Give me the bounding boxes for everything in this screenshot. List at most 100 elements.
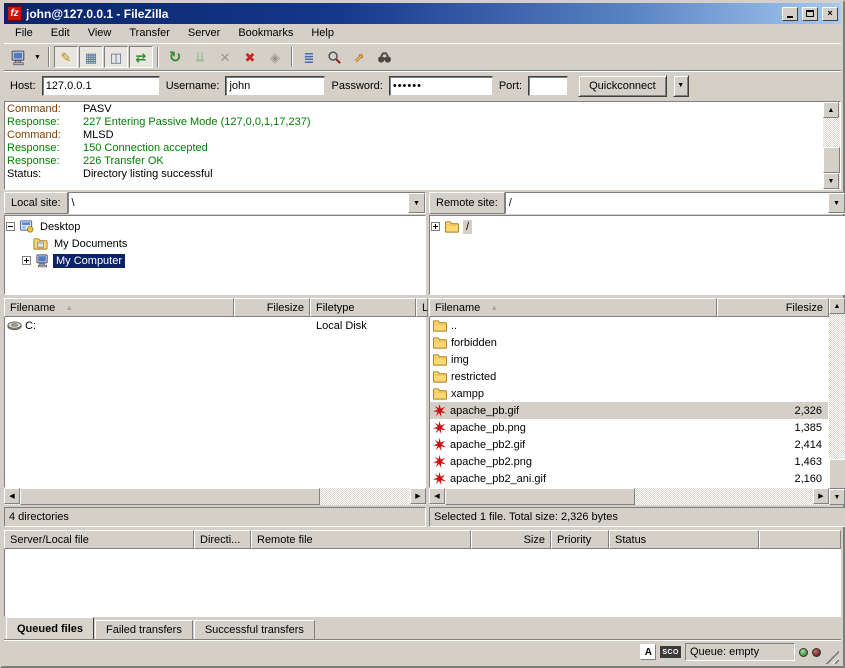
menu-transfer[interactable]: Transfer [120,25,179,41]
minimize-button[interactable] [782,7,798,21]
scrollbar-thumb[interactable] [445,488,635,505]
cancel-operation-icon[interactable]: ✕ [213,46,237,68]
local-column-filename[interactable]: Filename▲ [4,298,234,317]
reconnect-icon[interactable]: ◈ [263,46,287,68]
menu-bookmarks[interactable]: Bookmarks [229,25,302,41]
queue-status-text: Queue: empty [685,643,795,661]
remote-list-rows[interactable]: .. forbidden img restricted xampp apache… [429,317,829,488]
scroll-up-icon[interactable]: ▲ [829,298,845,314]
file-row[interactable]: .. [430,317,828,334]
toggle-remote-tree-icon[interactable]: ◫ [104,46,128,68]
scroll-left-icon[interactable]: ◀ [429,488,445,504]
scroll-left-icon[interactable]: ◀ [4,488,20,504]
remote-column-filesize[interactable]: Filesize [717,298,829,317]
site-manager-dropdown-icon[interactable]: ▼ [31,46,44,68]
scrollbar-thumb[interactable] [829,459,845,489]
tab-failed-transfers[interactable]: Failed transfers [95,620,193,639]
ascii-data-type-icon[interactable]: A [640,644,656,660]
synchronized-browsing-icon[interactable]: ⇗ [347,46,371,68]
menu-file[interactable]: File [6,25,42,41]
tree-item-my-documents[interactable]: My Documents [6,235,424,252]
queue-tabs: Queued files Failed transfers Successful… [4,617,841,639]
queue-column-size[interactable]: Size [471,530,551,549]
file-row[interactable]: img [430,351,828,368]
close-button[interactable]: × [822,7,838,21]
queue-column-direction[interactable]: Directi... [194,530,251,549]
scroll-right-icon[interactable]: ▶ [410,488,426,504]
tree-item-my-computer[interactable]: My Computer [6,252,424,269]
log-line: Command:PASV [7,103,821,116]
username-input[interactable] [225,76,325,96]
toggle-transfer-queue-icon[interactable]: ⇄ [129,46,153,68]
file-row-c-drive[interactable]: C: Local Disk [5,317,425,334]
remote-vertical-scrollbar[interactable]: ▲ ▼ [829,298,845,505]
directory-comparison-icon[interactable]: ≣ [297,46,321,68]
remote-horizontal-scrollbar[interactable]: ◀ ▶ [429,488,829,505]
file-row[interactable]: apache_pb2.png1,463 [430,453,828,470]
collapse-icon[interactable] [6,222,15,231]
queue-column-server-local-file[interactable]: Server/Local file [4,530,194,549]
menu-help[interactable]: Help [302,25,343,41]
local-tree[interactable]: Desktop My Documents My Computer [4,215,426,295]
scroll-up-icon[interactable]: ▲ [823,102,839,118]
scroll-down-icon[interactable]: ▼ [823,173,839,189]
scrollbar-thumb[interactable] [20,488,320,505]
combo-dropdown-icon[interactable]: ▼ [408,193,425,213]
scroll-down-icon[interactable]: ▼ [829,489,845,505]
log-vertical-scrollbar[interactable]: ▲ ▼ [823,102,840,189]
site-manager-icon[interactable] [6,46,30,68]
tree-item-root[interactable]: / [431,218,844,235]
find-files-icon[interactable] [372,46,396,68]
remote-site-combobox[interactable]: / ▼ [505,192,845,214]
remote-column-filename[interactable]: Filename▲ [429,298,717,317]
toggle-local-tree-icon[interactable]: ▦ [79,46,103,68]
file-row[interactable]: forbidden [430,334,828,351]
host-input[interactable] [42,76,160,96]
menu-server[interactable]: Server [179,25,229,41]
port-input[interactable] [528,76,568,96]
file-row[interactable]: apache_pb2.gif2,414 [430,436,828,453]
tab-successful-transfers[interactable]: Successful transfers [194,620,315,639]
menu-edit[interactable]: Edit [42,25,79,41]
filezilla-window: fz john@127.0.0.1 - FileZilla × File Edi… [0,0,845,668]
tree-item-desktop[interactable]: Desktop [6,218,424,235]
speed-limit-icon[interactable]: SCO [660,646,681,658]
local-column-filesize[interactable]: Filesize [234,298,310,317]
local-column-filetype[interactable]: Filetype [310,298,416,317]
sort-ascending-icon: ▲ [65,303,73,312]
local-site-combobox[interactable]: \ ▼ [68,192,426,214]
resize-grip[interactable] [825,650,839,664]
quickconnect-button[interactable]: Quickconnect [578,75,667,97]
remote-tree[interactable]: / [429,215,845,295]
local-horizontal-scrollbar[interactable]: ◀ ▶ [4,488,426,505]
file-row[interactable]: apache_pb.png1,385 [430,419,828,436]
combo-dropdown-icon[interactable]: ▼ [828,193,845,213]
maximize-button[interactable] [802,7,818,21]
title-bar[interactable]: fz john@127.0.0.1 - FileZilla × [4,3,841,24]
file-row[interactable]: restricted [430,368,828,385]
file-row[interactable]: apache_pb2_ani.gif2,160 [430,470,828,487]
scrollbar-thumb[interactable] [823,147,840,173]
file-row-selected[interactable]: apache_pb.gif2,326 [430,402,828,419]
queue-body[interactable] [4,549,841,617]
folder-icon [432,386,448,401]
expand-icon[interactable] [431,222,440,231]
queue-column-priority[interactable]: Priority [551,530,609,549]
queue-column-status[interactable]: Status [609,530,759,549]
password-input[interactable] [389,76,493,96]
tab-queued-files[interactable]: Queued files [6,617,94,639]
quickconnect-dropdown-icon[interactable]: ▼ [673,75,689,97]
queue-column-remote-file[interactable]: Remote file [251,530,471,549]
local-column-lastmodified[interactable]: L [416,298,428,317]
file-row[interactable]: xampp [430,385,828,402]
process-queue-icon[interactable]: ⇊ [188,46,212,68]
menu-view[interactable]: View [79,25,121,41]
toggle-message-log-icon[interactable]: ✎ [54,46,78,68]
expand-icon[interactable] [22,256,31,265]
log-line: Response:227 Entering Passive Mode (127,… [7,116,821,129]
disconnect-icon[interactable]: ✖ [238,46,262,68]
local-list-rows[interactable]: C: Local Disk [4,317,426,488]
refresh-icon[interactable]: ↻ [163,46,187,68]
scroll-right-icon[interactable]: ▶ [813,488,829,504]
filter-icon[interactable] [322,46,346,68]
